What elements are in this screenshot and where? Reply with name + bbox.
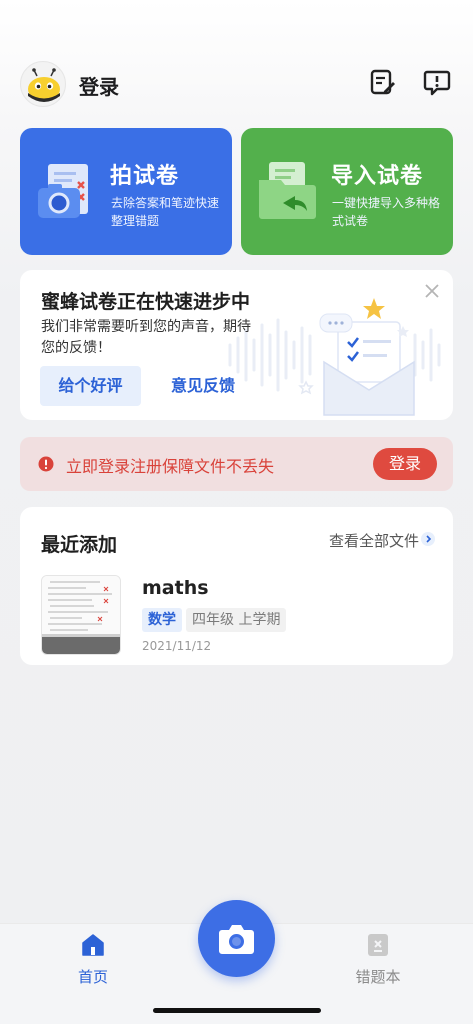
take-photo-title: 拍试卷 [110, 164, 180, 189]
app-screen: 登录 拍试卷 去除答案和笔迹快速整理错题 导入试卷 一键快捷导入多种格式试卷 蜜… [0, 0, 473, 1024]
header: 登录 [0, 55, 473, 115]
camera-paper-icon [38, 164, 88, 218]
mistake-book-icon [368, 934, 388, 956]
document-thumbnail[interactable] [41, 575, 121, 655]
login-button[interactable]: 登录 [373, 448, 437, 480]
warning-icon [38, 456, 54, 472]
close-icon [425, 284, 439, 298]
home-indicator [153, 1008, 321, 1013]
login-reminder-banner: 立即登录注册保障文件不丢失 登录 [20, 437, 453, 491]
subject-tag: 数学 [142, 608, 182, 632]
take-photo-desc: 去除答案和笔迹快速整理错题 [111, 196, 220, 228]
import-paper-card[interactable]: 导入试卷 一键快捷导入多种格式试卷 [241, 128, 453, 255]
feedback-button[interactable] [422, 67, 452, 97]
import-folder-icon [259, 162, 316, 219]
document-date: 2021/11/12 [142, 639, 212, 653]
feedback-promo-card: 蜜蜂试卷正在快速进步中 我们非常需要听到您的声音，期待您的反馈！ 给个好评 意见… [20, 270, 453, 420]
tab-home[interactable]: 首页 [53, 932, 133, 992]
tab-mistake-book-label: 错题本 [355, 968, 401, 986]
bee-avatar-icon [28, 68, 60, 102]
feedback-link[interactable]: 意见反馈 [171, 366, 235, 406]
camera-button[interactable] [198, 900, 275, 977]
home-icon [82, 934, 104, 956]
promo-text: 我们非常需要听到您的声音，期待您的反馈！ [41, 319, 251, 356]
login-title[interactable]: 登录 [79, 71, 119, 100]
import-paper-desc: 一键快捷导入多种格式试卷 [332, 196, 441, 228]
feedback-icon [423, 70, 451, 96]
take-photo-card[interactable]: 拍试卷 去除答案和笔迹快速整理错题 [20, 128, 232, 255]
close-promo-button[interactable] [423, 282, 441, 300]
tab-home-label: 首页 [77, 968, 108, 986]
recent-section: 最近添加 查看全部文件 maths 数学 四年级 上学期 2021/11/12 [20, 507, 453, 665]
chevron-right-icon[interactable] [421, 532, 435, 546]
view-all-files-link[interactable]: 查看全部文件 [329, 530, 419, 551]
rate-button[interactable]: 给个好评 [40, 366, 141, 406]
camera-icon [219, 925, 254, 954]
edit-notes-icon [370, 69, 395, 95]
login-reminder-text: 立即登录注册保障文件不丢失 [66, 457, 275, 476]
promo-title: 蜜蜂试卷正在快速进步中 [41, 291, 251, 313]
avatar[interactable] [20, 61, 66, 107]
grade-tag: 四年级 上学期 [186, 608, 287, 632]
document-name[interactable]: maths [142, 577, 209, 599]
edit-notes-button[interactable] [368, 67, 398, 97]
worksheet-thumbnail-image [42, 576, 120, 654]
tab-mistake-book[interactable]: 错题本 [338, 932, 418, 992]
recent-title: 最近添加 [41, 534, 118, 556]
import-paper-title: 导入试卷 [331, 164, 424, 189]
